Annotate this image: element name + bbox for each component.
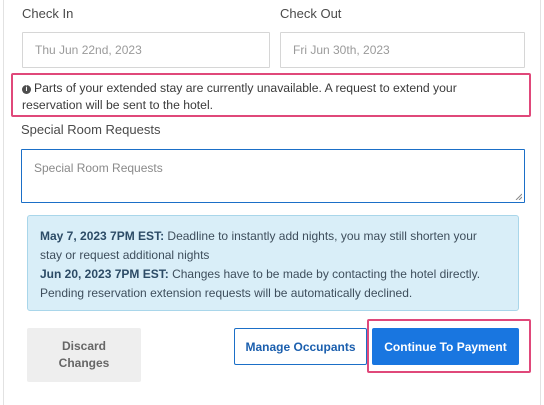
check-out-label: Check Out <box>280 6 342 21</box>
discard-label-1: Discard <box>61 339 107 353</box>
special-requests-label: Special Room Requests <box>21 122 161 137</box>
special-requests-textarea[interactable]: Special Room Requests <box>21 149 525 203</box>
deadline-text-cont: stay or request additional nights <box>40 248 210 262</box>
special-requests-placeholder: Special Room Requests <box>34 161 163 175</box>
info-icon: i <box>22 85 31 94</box>
deadline-text: Deadline to instantly add nights, you ma… <box>164 229 477 243</box>
deadline-text: Changes have to be made by contacting th… <box>168 267 481 281</box>
warning-text-2: reservation will be sent to the hotel. <box>22 98 214 112</box>
deadline-item: May 7, 2023 7PM EST: Deadline to instant… <box>40 227 506 245</box>
check-out-value: Fri Jun 30th, 2023 <box>293 43 390 57</box>
discard-label-2: Changes <box>58 356 110 370</box>
discard-changes-button[interactable]: Discard Changes <box>27 328 141 382</box>
deadline-date: May 7, 2023 7PM EST: <box>40 229 165 243</box>
continue-to-payment-button[interactable]: Continue To Payment <box>372 328 519 365</box>
deadline-info-box: May 7, 2023 7PM EST: Deadline to instant… <box>27 215 519 311</box>
deadline-date: Jun 20, 2023 7PM EST: <box>40 267 169 281</box>
extended-stay-warning: i Parts of your extended stay are current… <box>11 73 531 117</box>
check-in-value: Thu Jun 22nd, 2023 <box>35 43 142 57</box>
warning-text-1: Parts of your extended stay are currentl… <box>34 81 457 95</box>
resize-handle-icon[interactable] <box>515 193 522 200</box>
deadline-item: Jun 20, 2023 7PM EST: Changes have to be… <box>40 265 506 283</box>
check-out-input[interactable]: Fri Jun 30th, 2023 <box>280 32 525 68</box>
manage-occupants-button[interactable]: Manage Occupants <box>234 328 367 365</box>
check-in-label: Check In <box>22 6 74 21</box>
warning-line-1: i Parts of your extended stay are current… <box>22 80 529 97</box>
deadline-text-cont: Pending reservation extension requests w… <box>40 286 413 300</box>
check-in-input[interactable]: Thu Jun 22nd, 2023 <box>22 32 270 68</box>
